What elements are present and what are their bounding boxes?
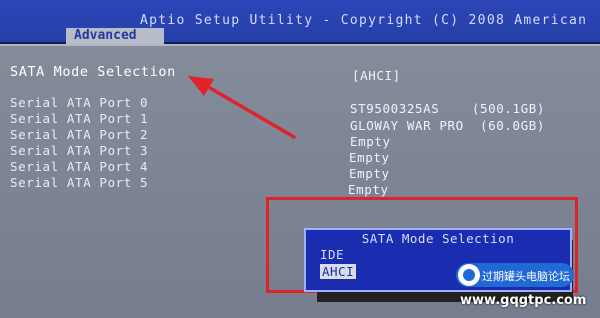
port-value-2: Empty	[350, 134, 391, 149]
watermark-url: www.gqgtpc.com	[460, 293, 587, 308]
popup-title: SATA Mode Selection	[361, 231, 515, 246]
port-value-4: Empty	[349, 166, 390, 181]
port-value-3: Empty	[349, 150, 390, 165]
sata-mode-label[interactable]: SATA Mode Selection	[10, 64, 176, 80]
port-label-1: Serial ATA Port 1	[10, 111, 149, 126]
tab-advanced[interactable]: Advanced	[66, 28, 164, 44]
bios-screen: Aptio Setup Utility - Copyright (C) 2008…	[0, 0, 600, 318]
popup-option-ahci[interactable]: AHCI	[320, 264, 357, 279]
popup-option-ide[interactable]: IDE	[320, 247, 344, 262]
sata-mode-value[interactable]: [AHCI]	[352, 68, 401, 83]
port-label-0: Serial ATA Port 0	[10, 95, 149, 110]
window-title: Aptio Setup Utility - Copyright (C) 2008…	[140, 13, 588, 28]
watermark-site-name: 过期罐头电脑论坛	[482, 270, 570, 283]
port-label-2: Serial ATA Port 2	[10, 127, 149, 142]
port-label-4: Serial ATA Port 4	[10, 159, 149, 174]
port-value-1: GLOWAY WAR PRO (60.0GB)	[350, 118, 546, 133]
port-value-0: ST9500325AS (500.1GB)	[350, 101, 546, 116]
panel-divider	[0, 44, 600, 46]
port-label-3: Serial ATA Port 3	[10, 143, 149, 158]
port-label-5: Serial ATA Port 5	[10, 175, 149, 190]
port-value-5: Empty	[348, 182, 389, 197]
watermark-logo-icon	[458, 264, 480, 286]
